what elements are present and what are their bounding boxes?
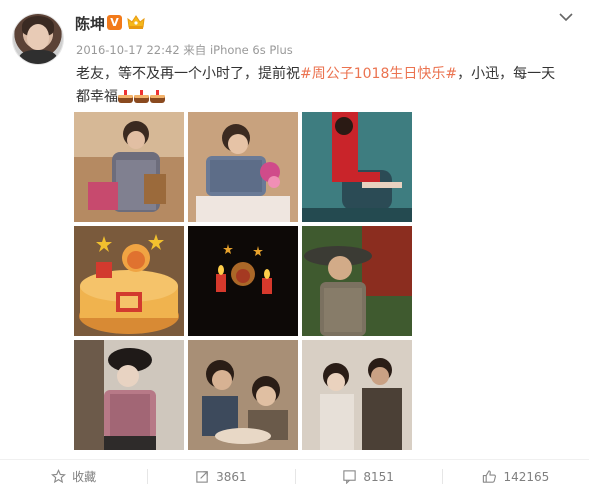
- like-count: 142165: [503, 469, 550, 484]
- photo-6[interactable]: [302, 226, 412, 336]
- verified-icon: V: [107, 15, 122, 30]
- photo-7[interactable]: [74, 340, 184, 450]
- comment-count: 8151: [363, 469, 394, 484]
- avatar-body: [19, 50, 57, 64]
- photo-2[interactable]: [188, 112, 298, 222]
- comment-icon: [343, 470, 357, 484]
- photo-grid: [74, 112, 412, 452]
- like-button[interactable]: 142165: [441, 460, 589, 493]
- chevron-down-icon[interactable]: [558, 10, 574, 24]
- photo-8[interactable]: [188, 340, 298, 450]
- favorite-label: 收藏: [72, 470, 97, 484]
- cake-emoji-icon: [118, 90, 133, 103]
- repost-icon: [196, 471, 208, 483]
- photo-1[interactable]: [74, 112, 184, 222]
- photo-4[interactable]: [74, 226, 184, 336]
- repost-count: 3861: [216, 469, 247, 484]
- comment-button[interactable]: 8151: [294, 460, 442, 493]
- photo-5[interactable]: [188, 226, 298, 336]
- cake-emoji-icon: [150, 90, 165, 103]
- post-text-before: 老友，等不及再一个小时了，提前祝: [76, 66, 300, 82]
- author-avatar[interactable]: [13, 14, 63, 64]
- hashtag-link[interactable]: #周公子1018生日快乐#: [300, 66, 457, 82]
- cake-emoji-icon: [134, 90, 149, 103]
- star-icon: [51, 469, 67, 484]
- thumbs-up-icon: [483, 470, 497, 483]
- action-bar: 收藏 3861 8151 142165: [0, 460, 589, 493]
- avatar-face: [27, 24, 49, 50]
- author-name[interactable]: 陈坤: [75, 13, 105, 34]
- photo-9[interactable]: [302, 340, 412, 450]
- post-text: 老友，等不及再一个小时了，提前祝#周公子1018生日快乐#，小迅，每一天都幸福: [76, 63, 566, 109]
- post-meta: 2016-10-17 22:42 来自 iPhone 6s Plus: [76, 43, 293, 57]
- photo-3[interactable]: [302, 112, 412, 222]
- crown-icon: [127, 15, 145, 29]
- favorite-button[interactable]: 收藏: [0, 460, 147, 493]
- repost-button[interactable]: 3861: [147, 460, 294, 493]
